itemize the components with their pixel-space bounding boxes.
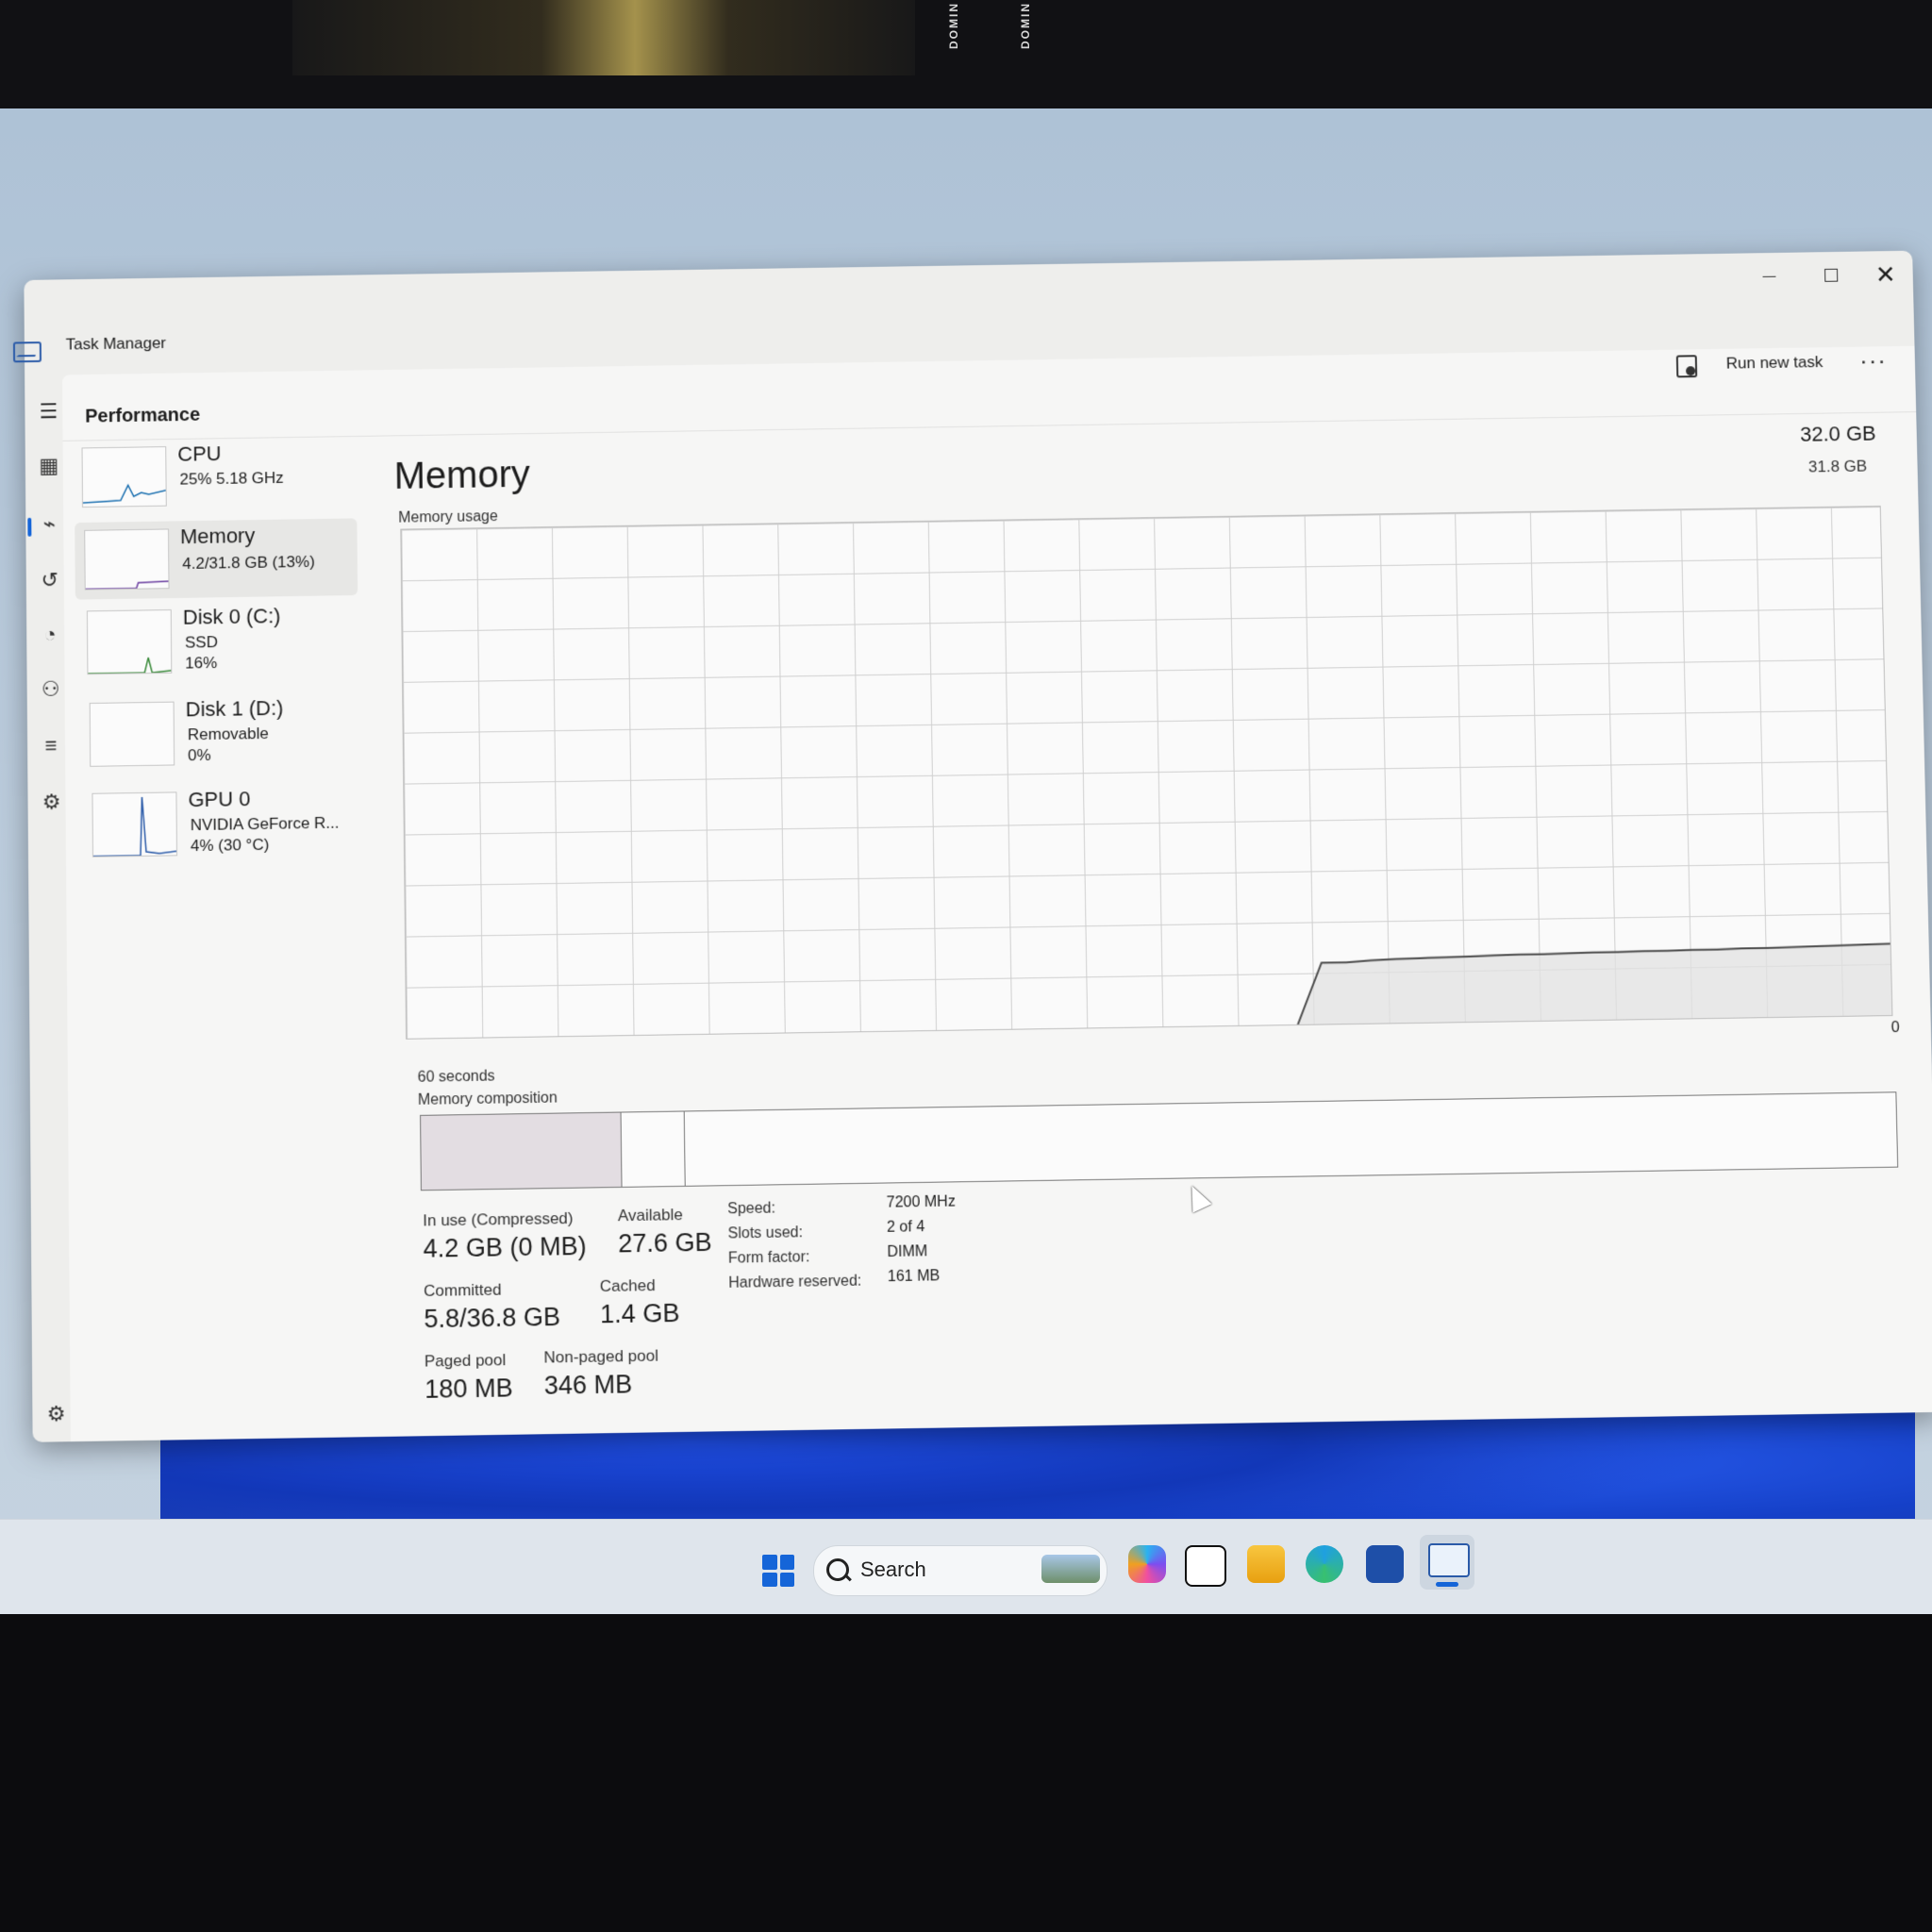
page-title: Performance: [85, 404, 201, 427]
services-icon[interactable]: ⚙: [39, 790, 63, 814]
cached-value: 1.4 GB: [599, 1298, 680, 1329]
device-gpu-0[interactable]: GPU 0 NVIDIA GeForce R... 4% (30 °C): [82, 781, 366, 863]
memory-total: 32.0 GB: [1799, 421, 1876, 446]
cached-label: Cached: [599, 1275, 656, 1296]
device-name: Memory: [179, 524, 256, 549]
microsoft-store-icon[interactable]: [1366, 1545, 1404, 1583]
device-detail: 25% 5.18 GHz: [179, 468, 284, 489]
memory-usage-label: Memory usage: [398, 508, 498, 526]
minimize-button[interactable]: [1755, 262, 1784, 291]
window-title: Task Manager: [65, 334, 167, 354]
memory-usage-chart: [401, 507, 1892, 1039]
task-view-icon[interactable]: [1185, 1545, 1226, 1587]
composition-modified: [620, 1111, 686, 1187]
run-new-task-icon: [1675, 355, 1698, 378]
background-photo: [292, 0, 915, 75]
content-header: Performance Run new task ···: [61, 345, 1917, 441]
paged-pool-label: Paged pool: [424, 1351, 507, 1371]
processes-icon[interactable]: ▦: [37, 454, 61, 478]
available-value: 27.6 GB: [618, 1227, 712, 1258]
task-manager-window: Task Manager ✕ ☰ ▦ ⌁ ↺ ◔ ⚇ ≡ ⚙ Performan…: [12, 250, 1932, 1442]
spec-speed-key: Speed:: [727, 1200, 776, 1218]
device-name: Disk 0 (C:): [182, 604, 281, 629]
performance-icon[interactable]: ⌁: [37, 511, 61, 536]
maximize-button[interactable]: [1817, 261, 1846, 290]
close-button[interactable]: ✕: [1872, 260, 1901, 289]
memory-heading: Memory: [393, 453, 531, 497]
spec-form-factor-key: Form factor:: [727, 1249, 810, 1267]
spec-slots-value: 2 of 4: [886, 1219, 925, 1236]
disk-0-thumbnail-graph: [87, 608, 172, 675]
device-detail: 4.2/31.8 GB (13%): [182, 552, 315, 573]
non-paged-pool-value: 346 MB: [543, 1370, 633, 1400]
committed-value: 5.8/36.8 GB: [424, 1302, 561, 1334]
paged-pool-value: 180 MB: [425, 1374, 513, 1404]
device-detail: 4% (30 °C): [190, 835, 270, 856]
available-label: Available: [617, 1206, 683, 1225]
disk-1-thumbnail-graph: [89, 701, 175, 767]
spec-hardware-reserved-key: Hardware reserved:: [728, 1273, 862, 1291]
app-history-icon[interactable]: ↺: [38, 568, 62, 592]
non-paged-pool-label: Non-paged pool: [543, 1346, 659, 1367]
memory-composition-label: Memory composition: [417, 1090, 558, 1108]
active-nav-indicator: [27, 517, 32, 537]
search-highlight-image: [1041, 1555, 1100, 1583]
composition-in-use: [421, 1112, 623, 1191]
details-icon[interactable]: ≡: [39, 733, 63, 758]
in-use-value: 4.2 GB (0 MB): [423, 1231, 587, 1263]
device-name: CPU: [177, 441, 222, 466]
graph-time-span: 60 seconds: [417, 1068, 495, 1086]
file-explorer-icon[interactable]: [1247, 1545, 1285, 1583]
copilot-icon[interactable]: [1128, 1545, 1166, 1583]
edge-icon[interactable]: [1306, 1545, 1343, 1583]
device-detail: Removable: [187, 724, 269, 744]
device-name: GPU 0: [188, 787, 251, 812]
hamburger-menu-icon[interactable]: ☰: [36, 399, 60, 424]
settings-icon[interactable]: ⚙: [45, 1402, 66, 1426]
monitor-bezel-top: [0, 0, 1932, 118]
device-detail: SSD: [184, 633, 218, 652]
device-memory[interactable]: Memory 4.2/31.8 GB (13%): [75, 518, 358, 600]
spec-speed-value: 7200 MHz: [886, 1193, 956, 1211]
memory-usage-graph: [400, 506, 1893, 1040]
startup-apps-icon[interactable]: ◔: [38, 623, 62, 647]
spec-slots-key: Slots used:: [727, 1224, 804, 1242]
device-detail: NVIDIA GeForce R...: [190, 813, 340, 835]
search-icon: [826, 1558, 849, 1581]
windows-start-icon[interactable]: [762, 1555, 794, 1587]
spec-form-factor-value: DIMM: [887, 1243, 928, 1261]
users-icon[interactable]: ⚇: [39, 677, 63, 702]
task-manager-icon: [1428, 1543, 1470, 1577]
graph-axis-zero: 0: [1890, 1019, 1900, 1037]
photo-text-left: DOMIN: [947, 2, 960, 49]
gpu-0-thumbnail-graph: [92, 791, 178, 858]
taskbar-search-label: Search: [860, 1557, 926, 1581]
cpu-thumbnail-graph: [82, 446, 167, 508]
memory-thumbnail-graph: [84, 528, 169, 590]
committed-label: Committed: [423, 1280, 502, 1300]
spec-hardware-reserved-value: 161 MB: [887, 1268, 941, 1286]
device-disk-1[interactable]: Disk 1 (D:) Removable 0%: [80, 691, 363, 773]
in-use-label: In use (Compressed): [423, 1208, 574, 1230]
device-disk-0[interactable]: Disk 0 (C:) SSD 16%: [77, 599, 360, 680]
device-cpu[interactable]: CPU 25% 5.18 GHz: [72, 436, 355, 517]
memory-usage-area: [1296, 943, 1892, 1024]
task-manager-app-icon: [12, 341, 42, 363]
device-detail: 16%: [185, 654, 218, 673]
more-options-button[interactable]: ···: [1859, 346, 1888, 375]
run-new-task-button[interactable]: Run new task: [1726, 353, 1824, 373]
device-detail: 0%: [187, 745, 211, 765]
photo-text-right: DOMIN: [1019, 2, 1032, 49]
memory-usage-max: 31.8 GB: [1807, 457, 1868, 476]
device-name: Disk 1 (D:): [185, 695, 284, 722]
active-app-indicator: [1436, 1582, 1458, 1587]
